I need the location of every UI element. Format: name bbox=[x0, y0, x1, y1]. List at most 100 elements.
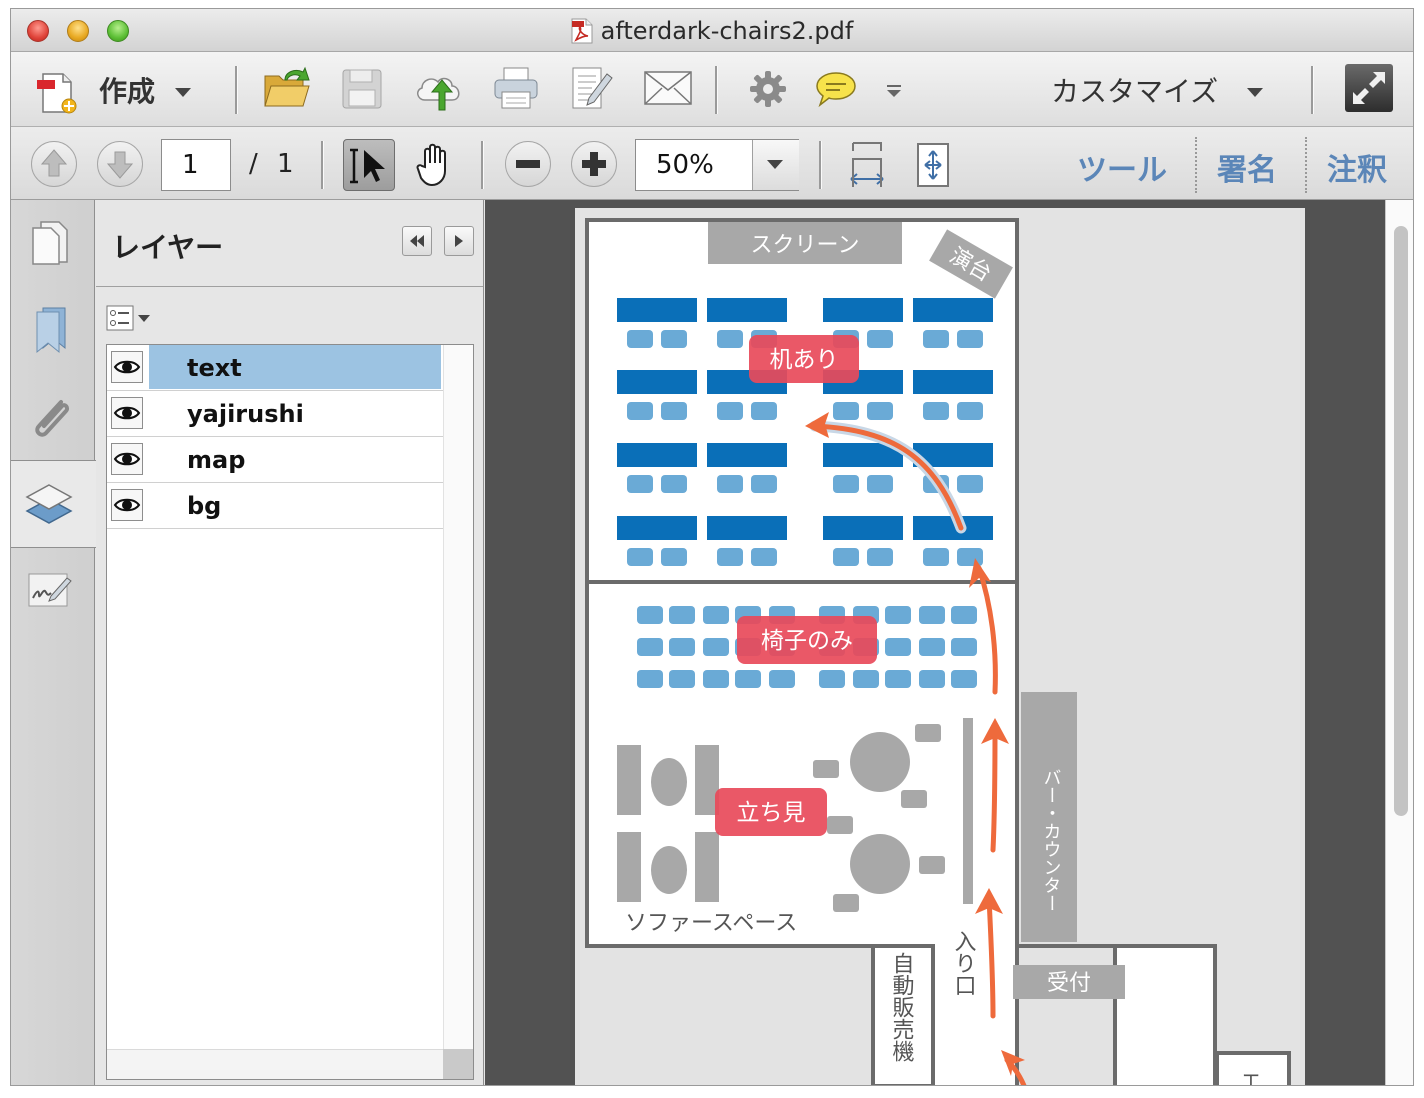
layers-panel-title: レイヤー bbox=[112, 231, 224, 264]
fit-page-icon[interactable] bbox=[915, 141, 951, 189]
layers-panel: レイヤー text yajirushi map bg bbox=[96, 200, 488, 1085]
comment-icon[interactable] bbox=[815, 70, 857, 108]
floor-plan: スクリーン 演台 バー・カウンター 受付 入り口 自動販売機 ソファースペース … bbox=[585, 218, 1291, 1086]
zoom-out-button[interactable] bbox=[505, 141, 551, 187]
zone-label-standing: 立ち見 bbox=[715, 788, 827, 836]
zoom-select[interactable]: 50% bbox=[635, 139, 799, 191]
toolbar-divider bbox=[819, 141, 822, 189]
select-tool-button[interactable] bbox=[343, 139, 395, 191]
gear-icon[interactable] bbox=[749, 70, 787, 108]
toolbar-divider bbox=[1311, 66, 1314, 114]
zoom-chevron-down-icon bbox=[767, 160, 783, 169]
zoom-in-button[interactable] bbox=[571, 141, 617, 187]
toolbar-divider bbox=[235, 66, 238, 114]
fullscreen-icon bbox=[1353, 72, 1385, 104]
expand-panel-button[interactable] bbox=[444, 226, 474, 256]
eye-icon bbox=[113, 452, 141, 466]
svg-text:机あり: 机あり bbox=[770, 347, 839, 373]
previous-page-button[interactable] bbox=[31, 141, 77, 187]
entrance-label: 入り口 bbox=[951, 930, 977, 996]
save-icon[interactable] bbox=[341, 68, 383, 110]
layer-row-map[interactable]: map bbox=[107, 437, 444, 483]
print-icon[interactable] bbox=[493, 66, 539, 112]
layer-row-bg[interactable]: bg bbox=[107, 483, 444, 529]
eye-icon bbox=[113, 406, 141, 420]
zoom-dropdown-button[interactable] bbox=[752, 140, 799, 190]
document-vertical-scrollbar[interactable] bbox=[1385, 200, 1413, 1085]
customize-menu[interactable]: カスタマイズ bbox=[1041, 62, 1271, 118]
mail-icon[interactable] bbox=[643, 70, 693, 106]
layers-horizontal-scrollbar[interactable] bbox=[107, 1049, 473, 1079]
tools-link[interactable]: ツール bbox=[1077, 145, 1167, 189]
navigation-pane bbox=[11, 200, 97, 1085]
bar-counter-label: バー・カウンター bbox=[1041, 768, 1062, 912]
layer-name: text bbox=[149, 345, 441, 389]
link-divider bbox=[1195, 137, 1197, 193]
svg-text:椅子のみ: 椅子のみ bbox=[761, 628, 853, 654]
page-total: 1 bbox=[277, 149, 294, 179]
create-label: 作成 bbox=[99, 75, 156, 108]
chevron-right-icon bbox=[455, 235, 463, 247]
document-view[interactable]: スクリーン 演台 バー・カウンター 受付 入り口 自動販売機 ソファースペース … bbox=[485, 200, 1413, 1086]
open-icon[interactable] bbox=[263, 66, 311, 110]
signature-pen-icon bbox=[28, 573, 72, 607]
double-chevron-left-icon bbox=[410, 235, 424, 247]
title-bar: afterdark-chairs2.pdf bbox=[11, 9, 1413, 52]
sign-link[interactable]: 署名 bbox=[1217, 145, 1277, 189]
layers-vertical-scrollbar[interactable] bbox=[443, 345, 473, 1079]
comment-link[interactable]: 注釈 bbox=[1327, 145, 1387, 189]
zone-label-desks: 机あり bbox=[749, 335, 859, 383]
link-divider bbox=[1305, 137, 1307, 193]
window-title-text: afterdark-chairs2.pdf bbox=[600, 17, 854, 45]
hand-icon[interactable] bbox=[413, 141, 457, 189]
cloud-upload-icon[interactable] bbox=[413, 66, 465, 112]
layer-visibility-toggle[interactable] bbox=[111, 443, 143, 475]
attachments-tab[interactable] bbox=[11, 376, 95, 464]
window-title: afterdark-chairs2.pdf bbox=[11, 17, 1413, 45]
app-window: afterdark-chairs2.pdf 作成 カスタマイズ 1 / 1 50… bbox=[10, 8, 1414, 1086]
layers-tab[interactable] bbox=[11, 460, 97, 548]
layer-options-button[interactable] bbox=[106, 304, 158, 334]
page-number-input[interactable]: 1 bbox=[161, 139, 231, 191]
arrow-up-icon bbox=[40, 149, 68, 177]
plus-icon bbox=[582, 152, 606, 176]
create-icon bbox=[37, 73, 77, 114]
signatures-tab[interactable] bbox=[11, 550, 95, 638]
collapse-panel-button[interactable] bbox=[402, 226, 432, 256]
layer-row-yajirushi[interactable]: yajirushi bbox=[107, 391, 444, 437]
page-separator: / bbox=[249, 149, 258, 179]
customize-label: カスタマイズ bbox=[1051, 75, 1219, 108]
zone-label-chairs: 椅子のみ bbox=[737, 616, 877, 664]
layer-visibility-toggle[interactable] bbox=[111, 397, 143, 429]
edge-label: エ bbox=[1241, 1069, 1261, 1086]
scroll-thumb[interactable] bbox=[1394, 226, 1408, 816]
customize-chevron-down-icon bbox=[1247, 88, 1263, 97]
layer-row-text[interactable]: text bbox=[107, 345, 444, 391]
pages-tab[interactable] bbox=[11, 200, 95, 288]
layers-list: text yajirushi map bg bbox=[106, 344, 474, 1080]
toolbar-options-icon[interactable] bbox=[885, 84, 903, 98]
arrow-down-icon bbox=[106, 151, 134, 179]
next-page-button[interactable] bbox=[97, 141, 143, 187]
toolbar-divider bbox=[715, 66, 718, 114]
navigation-toolbar: 1 / 1 50% ツール 署名 注釈 bbox=[11, 127, 1413, 200]
pdf-file-icon bbox=[571, 18, 593, 44]
layer-visibility-toggle[interactable] bbox=[111, 489, 143, 521]
layer-name: map bbox=[187, 446, 246, 474]
pages-icon bbox=[32, 221, 68, 265]
layer-visibility-toggle[interactable] bbox=[111, 351, 143, 383]
edit-icon[interactable] bbox=[571, 64, 615, 112]
fit-width-icon[interactable] bbox=[847, 141, 887, 189]
bookmarks-tab[interactable] bbox=[11, 288, 95, 376]
scroll-corner bbox=[443, 1049, 473, 1079]
layers-icon bbox=[25, 484, 73, 524]
layer-name: bg bbox=[187, 492, 222, 520]
create-button[interactable]: 作成 bbox=[29, 60, 199, 118]
fullscreen-button[interactable] bbox=[1345, 64, 1393, 112]
select-cursor-icon bbox=[350, 148, 385, 184]
panel-divider bbox=[96, 286, 483, 287]
eye-icon bbox=[113, 498, 141, 512]
reception-label: 受付 bbox=[1047, 971, 1091, 996]
vending-label: 自動販売機 bbox=[889, 952, 915, 1062]
toolbar-divider bbox=[321, 141, 324, 189]
